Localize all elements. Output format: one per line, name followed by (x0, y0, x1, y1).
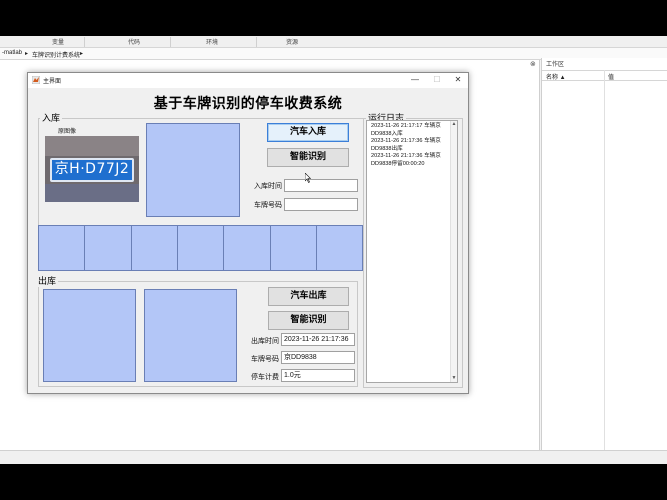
entry-plate-label: 车牌号码 (254, 202, 282, 209)
exit-plate-field[interactable]: 京DD9838 (281, 351, 355, 364)
screen: 变量 代码 环境 资源 -matlab ▸ 车牌识别计费系统 ▸ ⊗ 工作区 名… (0, 0, 667, 500)
exit-time-field[interactable]: 2023-11-26 21:17:36 (281, 333, 355, 346)
path-separator-icon: ▸ (25, 51, 29, 57)
scroll-up-icon[interactable]: ▲ (451, 121, 457, 128)
workspace-col-value[interactable]: 值 (608, 72, 614, 81)
exit-panel-label: 出库 (36, 274, 59, 287)
close-icon[interactable]: ✕ (451, 74, 465, 86)
log-line: DD9838入库 (371, 130, 403, 137)
path-root[interactable]: -matlab (2, 50, 22, 56)
path-folder[interactable]: 车牌识别计费系统 (32, 50, 80, 59)
workspace-col-name[interactable]: 名称 ▲ (546, 72, 566, 81)
minimize-icon[interactable]: — (408, 74, 422, 86)
log-line: DD9838停留00:00:20 (371, 160, 425, 167)
exit-plate-label: 车牌号码 (251, 356, 279, 363)
window-titlebar[interactable]: 主界面 — ☐ ✕ (28, 73, 468, 88)
log-line: 2023-11-26 21:17:36 车辆京 (371, 138, 441, 144)
entry-time-label: 入库时间 (254, 183, 282, 190)
log-line: 2023-11-26 21:17:17 车辆京 (371, 123, 441, 129)
entry-panel-label: 入库 (40, 111, 63, 124)
plate-char-3 (131, 225, 178, 271)
ide-tab-resources[interactable]: 资源 (286, 37, 298, 46)
page-title: 基于车牌识别的停车收费系统 (153, 96, 343, 112)
license-plate: 京H·D77J2 (50, 158, 134, 182)
ide-tab-environment[interactable]: 环境 (206, 37, 218, 46)
entry-time-field[interactable] (284, 179, 358, 192)
exit-recognize-button[interactable]: 智能识别 (268, 311, 349, 330)
log-line: DD9838出库 (371, 145, 403, 152)
exit-car-image (43, 289, 136, 382)
ide-tab-variable[interactable]: 变量 (52, 37, 64, 46)
plate-char-7 (316, 225, 363, 271)
maximize-icon[interactable]: ☐ (430, 74, 444, 86)
parking-fee-field[interactable]: 1.0元 (281, 369, 355, 382)
workspace-col-divider (604, 70, 605, 450)
entry-plate-field[interactable] (284, 198, 358, 211)
ide-tab-code[interactable]: 代码 (128, 37, 140, 46)
entry-recognize-button[interactable]: 智能识别 (267, 148, 349, 167)
plate-char-4 (177, 225, 224, 271)
plate-char-2 (84, 225, 132, 271)
workspace-title: 工作区 (546, 62, 565, 68)
mouse-cursor-icon (305, 173, 311, 183)
matlab-app-icon (32, 76, 40, 84)
plate-char-5 (223, 225, 271, 271)
app-window: 主界面 — ☐ ✕ 基于车牌识别的停车收费系统 入库 原图像 京H·D77J2 … (27, 72, 469, 394)
status-bar (0, 450, 667, 464)
plate-char-6 (270, 225, 317, 271)
exit-plate-image (144, 289, 237, 382)
original-image-label: 原图像 (58, 129, 77, 135)
car-in-button[interactable]: 汽车入库 (267, 123, 349, 142)
log-scrollbar[interactable]: ▲ ▼ (450, 121, 457, 382)
exit-time-label: 出库时间 (251, 338, 279, 345)
ide-toolstrip-tabs: 变量 代码 环境 资源 (0, 36, 667, 48)
scroll-down-icon[interactable]: ▼ (451, 375, 457, 382)
original-car-image: 京H·D77J2 (45, 136, 139, 202)
log-listbox[interactable]: 2023-11-26 21:17:17 车辆京 DD9838入库 2023-11… (366, 120, 458, 383)
car-out-button[interactable]: 汽车出库 (268, 287, 349, 306)
plate-crop-image (146, 123, 240, 217)
plate-char-1 (38, 225, 85, 271)
panel-close-icon[interactable]: ⊗ (530, 60, 536, 68)
workspace-panel: 工作区 名称 ▲ 值 (541, 58, 667, 450)
log-line: 2023-11-26 21:17:36 车辆京 (371, 153, 441, 159)
window-title: 主界面 (43, 79, 62, 85)
path-separator-icon: ▸ (80, 51, 84, 57)
parking-fee-label: 停车计费 (251, 374, 279, 381)
